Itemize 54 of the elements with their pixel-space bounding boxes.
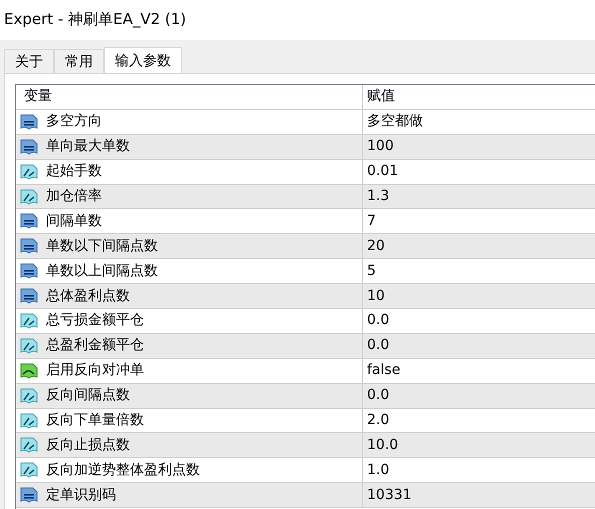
- parameter-value[interactable]: 10331: [367, 486, 412, 503]
- parameter-value[interactable]: 1.0: [367, 462, 390, 478]
- parameter-name: 总亏损金额平仓: [46, 311, 144, 330]
- column-header: 变量: [24, 87, 52, 106]
- integer-type-icon: [20, 262, 38, 280]
- number-type-icon: [20, 386, 38, 405]
- parameter-value[interactable]: 多空都做: [367, 113, 423, 130]
- parameter-name: 间隔单数: [46, 212, 102, 231]
- parameter-name: 定单识别码: [46, 486, 116, 505]
- parameter-name: 总盈利金额平仓: [46, 336, 144, 356]
- number-type-icon: [20, 461, 38, 480]
- number-type-icon: [20, 436, 38, 454]
- parameter-value[interactable]: 1.3: [367, 188, 390, 204]
- number-type-icon: [20, 312, 38, 330]
- parameter-value[interactable]: 100: [367, 138, 394, 154]
- number-type-icon: [20, 188, 38, 206]
- parameter-value[interactable]: 5: [367, 262, 376, 279]
- integer-type-icon: [20, 237, 38, 256]
- parameter-name: 总体盈利点数: [46, 286, 130, 306]
- parameter-name: 反向止损点数: [46, 436, 130, 455]
- integer-type-icon: [20, 212, 38, 230]
- number-type-icon: [20, 412, 38, 430]
- parameter-name: 起始手数: [46, 162, 102, 182]
- parameter-value[interactable]: 2.0: [367, 412, 390, 428]
- tab[interactable]: 输入参数: [104, 47, 182, 73]
- integer-type-icon: [20, 112, 38, 131]
- parameter-value[interactable]: 20: [367, 238, 385, 254]
- parameter-name: 反向加逆势整体盈利点数: [46, 460, 200, 480]
- number-type-icon: [20, 162, 38, 181]
- toggle-type-icon: [20, 362, 38, 380]
- integer-type-icon: [20, 486, 38, 504]
- parameter-name: 启用反向对冲单: [46, 361, 144, 380]
- parameter-value[interactable]: 0.0: [367, 387, 390, 404]
- parameter-name: 加仓倍率: [46, 187, 102, 206]
- column-header: 赋值: [367, 88, 395, 104]
- parameter-value[interactable]: 0.0: [367, 312, 390, 328]
- window-title: Expert - 神刷单EA_V2 (1): [3, 9, 188, 30]
- integer-type-icon: [20, 287, 38, 306]
- parameter-value[interactable]: 7: [367, 212, 376, 229]
- parameter-name: 反向间隔点数: [46, 386, 130, 406]
- parameter-value[interactable]: false: [367, 362, 400, 378]
- number-type-icon: [20, 336, 38, 355]
- parameter-value[interactable]: 10.0: [367, 436, 398, 453]
- parameter-value[interactable]: 0.0: [367, 337, 390, 354]
- tab[interactable]: 关于: [4, 49, 54, 73]
- parameter-name: 单数以下间隔点数: [46, 236, 158, 256]
- tab[interactable]: 常用: [54, 49, 104, 73]
- parameter-name: 单向最大单数: [46, 137, 130, 156]
- parameter-value[interactable]: 0.01: [367, 163, 398, 180]
- parameter-value[interactable]: 10: [367, 288, 385, 304]
- parameter-name: 反向下单量倍数: [46, 411, 144, 430]
- integer-type-icon: [20, 138, 38, 156]
- parameter-name: 单数以上间隔点数: [46, 262, 158, 281]
- parameter-name: 多空方向: [46, 112, 102, 132]
